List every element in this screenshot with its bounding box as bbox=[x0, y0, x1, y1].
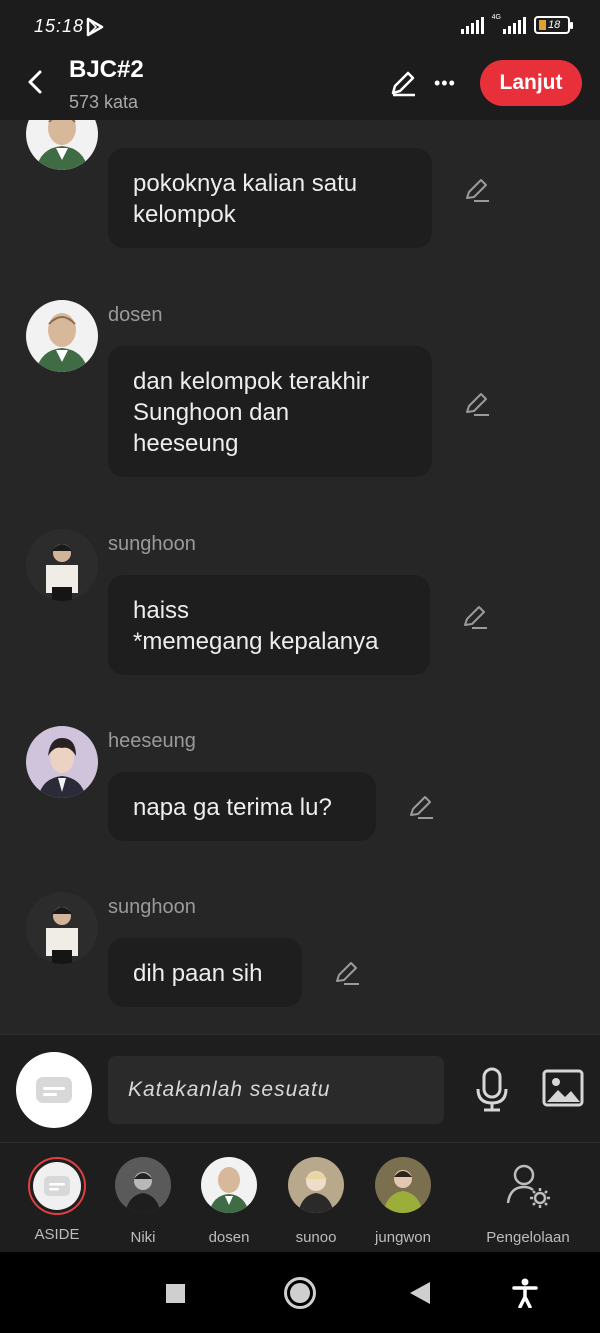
character-dosen[interactable]: dosen bbox=[184, 1157, 274, 1246]
manage-user-icon bbox=[506, 1164, 550, 1208]
avatar-sunoo bbox=[288, 1157, 344, 1213]
avatar-dosen bbox=[201, 1157, 257, 1213]
message-input[interactable]: Katakanlah sesuatu bbox=[108, 1056, 444, 1124]
pencil-icon[interactable] bbox=[462, 388, 492, 418]
manage-characters-button[interactable]: Pengelolaan bbox=[480, 1157, 576, 1246]
character-label: sunoo bbox=[295, 1229, 337, 1246]
story-title: BJC#2 bbox=[69, 56, 144, 83]
status-indicators: 4G 18 bbox=[460, 13, 573, 34]
message-bubble[interactable]: haiss *memegang kepalanya bbox=[108, 575, 430, 675]
pencil-icon[interactable] bbox=[462, 174, 492, 204]
chat-area[interactable]: dosen pokoknya kalian satu kelompok dose… bbox=[0, 120, 600, 1034]
battery-level: 18 bbox=[548, 19, 561, 31]
input-bar: Katakanlah sesuatu bbox=[0, 1034, 600, 1142]
avatar-jungwon bbox=[375, 1157, 431, 1213]
image-icon[interactable] bbox=[542, 1069, 584, 1109]
character-label: ASIDE bbox=[34, 1226, 80, 1243]
accessibility-icon[interactable] bbox=[512, 1278, 538, 1308]
character-aside[interactable]: ASIDE bbox=[12, 1157, 102, 1243]
microphone-icon[interactable] bbox=[474, 1067, 510, 1113]
avatar-sunghoon[interactable] bbox=[26, 529, 98, 601]
speaker-name: heeseung bbox=[108, 730, 196, 752]
avatar-sunghoon[interactable] bbox=[26, 892, 98, 964]
aside-avatar bbox=[28, 1157, 86, 1215]
aside-chat-icon bbox=[44, 1176, 70, 1196]
character-jungwon[interactable]: jungwon bbox=[358, 1157, 448, 1246]
more-icon[interactable]: ••• bbox=[434, 74, 456, 92]
back-arrow-icon[interactable] bbox=[22, 68, 50, 96]
message-bubble[interactable]: dih paan sih bbox=[108, 938, 302, 1007]
speaker-name: sunghoon bbox=[108, 896, 196, 918]
character-label: Niki bbox=[130, 1229, 156, 1246]
system-nav-bar bbox=[0, 1252, 600, 1333]
play-store-icon bbox=[86, 17, 104, 37]
character-label: dosen bbox=[208, 1229, 250, 1246]
aside-toggle-button[interactable] bbox=[16, 1052, 92, 1128]
character-label: Pengelolaan bbox=[486, 1229, 570, 1246]
message-bubble[interactable]: napa ga terima lu? bbox=[108, 772, 376, 841]
home-button[interactable] bbox=[284, 1277, 316, 1309]
pencil-icon[interactable] bbox=[332, 957, 362, 987]
aside-chat-icon bbox=[36, 1077, 72, 1103]
status-bar: 15:18 4G 18 bbox=[0, 0, 600, 56]
pencil-icon[interactable] bbox=[388, 68, 418, 98]
back-button[interactable] bbox=[410, 1282, 430, 1304]
character-label: jungwon bbox=[375, 1229, 431, 1246]
next-button[interactable]: Lanjut bbox=[480, 60, 582, 106]
character-bar: ASIDE Niki dosen sunoo jungwon Pengelola… bbox=[0, 1142, 600, 1252]
recents-button[interactable] bbox=[166, 1284, 185, 1303]
network-type: 4G bbox=[491, 13, 501, 21]
message-bubble[interactable]: dan kelompok terakhir Sunghoon dan heese… bbox=[108, 346, 432, 477]
speaker-name: sunghoon bbox=[108, 533, 196, 555]
character-sunoo[interactable]: sunoo bbox=[271, 1157, 361, 1246]
avatar-dosen[interactable] bbox=[26, 300, 98, 372]
avatar-heeseung[interactable] bbox=[26, 726, 98, 798]
battery-icon: 18 bbox=[534, 16, 573, 34]
avatar-niki bbox=[115, 1157, 171, 1213]
signal-icon bbox=[460, 16, 484, 34]
status-time: 15:18 bbox=[34, 16, 85, 36]
speaker-name: dosen bbox=[108, 304, 163, 326]
character-niki[interactable]: Niki bbox=[98, 1157, 188, 1246]
pencil-icon[interactable] bbox=[460, 601, 490, 631]
message-bubble[interactable]: pokoknya kalian satu kelompok bbox=[108, 148, 432, 248]
avatar-dosen[interactable] bbox=[26, 120, 98, 170]
pencil-icon[interactable] bbox=[406, 791, 436, 821]
word-count: 573 kata bbox=[69, 92, 139, 112]
signal-icon-2 bbox=[503, 16, 526, 34]
story-header: BJC#2 573 kata ••• Lanjut bbox=[0, 56, 600, 120]
